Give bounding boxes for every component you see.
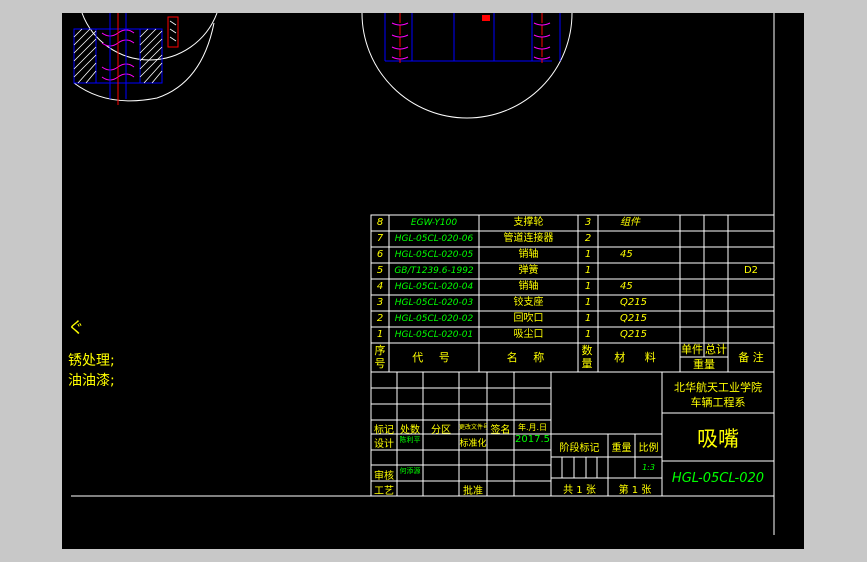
- bom-cell-unit-weight: [680, 263, 704, 279]
- bom-cell-no: 4: [376, 281, 384, 292]
- bom-cell-code: HGL-05CL-020-05: [394, 250, 474, 260]
- header-name: 名 称: [506, 351, 551, 364]
- header-no: 序号: [374, 344, 386, 370]
- drawing-viewport[interactable]: ぐ 锈处理; 油油漆; 8 EGW-Y100 支撑轮 3 组件 7 HGL-05CL-020…: [62, 13, 804, 549]
- bom-cell-material: 组件: [620, 217, 640, 228]
- bom-cell-remark: [728, 215, 774, 231]
- bom-cell-total-weight: [704, 295, 728, 311]
- notes-symbol: ぐ: [68, 318, 85, 337]
- bom-cell-unit-weight: [680, 327, 704, 343]
- bom-cell-material: [598, 263, 680, 279]
- bom-cell-total-weight: [704, 247, 728, 263]
- bom-cell-name: 销轴: [518, 249, 539, 260]
- header-code: 代 号: [412, 351, 456, 364]
- bom-cell-unit-weight: [680, 311, 704, 327]
- bom-cell-total-weight: [704, 279, 728, 295]
- bom-cell-no: 8: [376, 217, 384, 228]
- bom-cell-material: [598, 231, 680, 247]
- bom-cell-name: 吸尘口: [513, 329, 544, 340]
- header-qty: 数量: [581, 344, 593, 370]
- bom-cell-code: HGL-05CL-020-03: [394, 298, 474, 308]
- detail-view-left: [73, 13, 218, 105]
- header-unit-weight: 单件: [681, 343, 703, 356]
- notes-line-1: 锈处理;: [68, 353, 115, 369]
- bom-cell-remark: [728, 327, 774, 343]
- bom-cell-remark: [728, 279, 774, 295]
- bom-cell-total-weight: [704, 311, 728, 327]
- bom-cell-code: HGL-05CL-020-06: [394, 234, 474, 244]
- bom-cell-qty: 1: [584, 281, 592, 292]
- header-material: 材 料: [614, 351, 664, 364]
- bom-cell-total-weight: [704, 231, 728, 247]
- bom-cell-no: 5: [376, 265, 384, 276]
- bom-cell-unit-weight: [680, 215, 704, 231]
- bom-cell-qty: 3: [584, 217, 592, 228]
- bom-cell-no: 1: [376, 329, 384, 340]
- bom-cell-name: 支撑轮: [513, 217, 544, 228]
- bom-cell-qty: 1: [584, 297, 592, 308]
- bom-cell-remark: [728, 231, 774, 247]
- bom-cell-code: HGL-05CL-020-02: [394, 314, 474, 324]
- bom-cell-material: 45: [620, 249, 633, 260]
- bom-cell-qty: 1: [584, 329, 592, 340]
- bom-cell-total-weight: [704, 327, 728, 343]
- bom-cell-name: 回吹口: [513, 313, 544, 324]
- bom-header: 序号 代 号 名 称 数量 材 料 单件 总计 重量 备 注: [371, 343, 774, 372]
- bom-cell-code: HGL-05CL-020-04: [394, 282, 474, 292]
- bom-cell-total-weight: [704, 215, 728, 231]
- notes-line-2: 油油漆;: [68, 373, 115, 389]
- bom-cell-material: Q215: [620, 313, 647, 324]
- bom-cell-no: 3: [376, 297, 384, 308]
- bom-cell-name: 铰支座: [513, 297, 544, 308]
- header-weight: 重量: [693, 358, 715, 371]
- bom-cell-qty: 1: [584, 313, 592, 324]
- bom-cell-name: 管道连接器: [503, 233, 554, 244]
- detail-view-center: [361, 13, 573, 119]
- bom-cell-code: HGL-05CL-020-01: [394, 330, 474, 340]
- bom-cell-unit-weight: [680, 295, 704, 311]
- bom-cell-no: 2: [376, 313, 384, 324]
- title-block-grid: [370, 371, 775, 497]
- bom-cell-qty: 2: [584, 233, 592, 244]
- bom-cell-name: 弹簧: [518, 265, 539, 276]
- header-total-weight: 总计: [705, 343, 727, 356]
- bom-cell-total-weight: [704, 263, 728, 279]
- bom-cell-remark: [728, 311, 774, 327]
- bom-cell-unit-weight: [680, 231, 704, 247]
- bom-cell-code: EGW-Y100: [410, 218, 458, 228]
- bom-cell-no: 6: [376, 249, 384, 260]
- bom-cell-no: 7: [376, 233, 384, 244]
- bom-cell-unit-weight: [680, 279, 704, 295]
- bom-cell-remark: D2: [743, 265, 759, 276]
- bom-cell-code: GB/T1239.6-1992: [394, 266, 474, 276]
- bom-cell-qty: 1: [584, 265, 592, 276]
- bom-cell-material: Q215: [620, 297, 647, 308]
- bom-cell-material: Q215: [620, 329, 647, 340]
- bom-cell-name: 销轴: [518, 281, 539, 292]
- technical-notes: ぐ 锈处理; 油油漆;: [68, 319, 115, 391]
- header-remark: 备 注: [738, 351, 764, 364]
- bom-cell-unit-weight: [680, 247, 704, 263]
- bom-cell-remark: [728, 247, 774, 263]
- bom-cell-material: 45: [620, 281, 633, 292]
- bom-cell-qty: 1: [584, 249, 592, 260]
- bom-cell-remark: [728, 295, 774, 311]
